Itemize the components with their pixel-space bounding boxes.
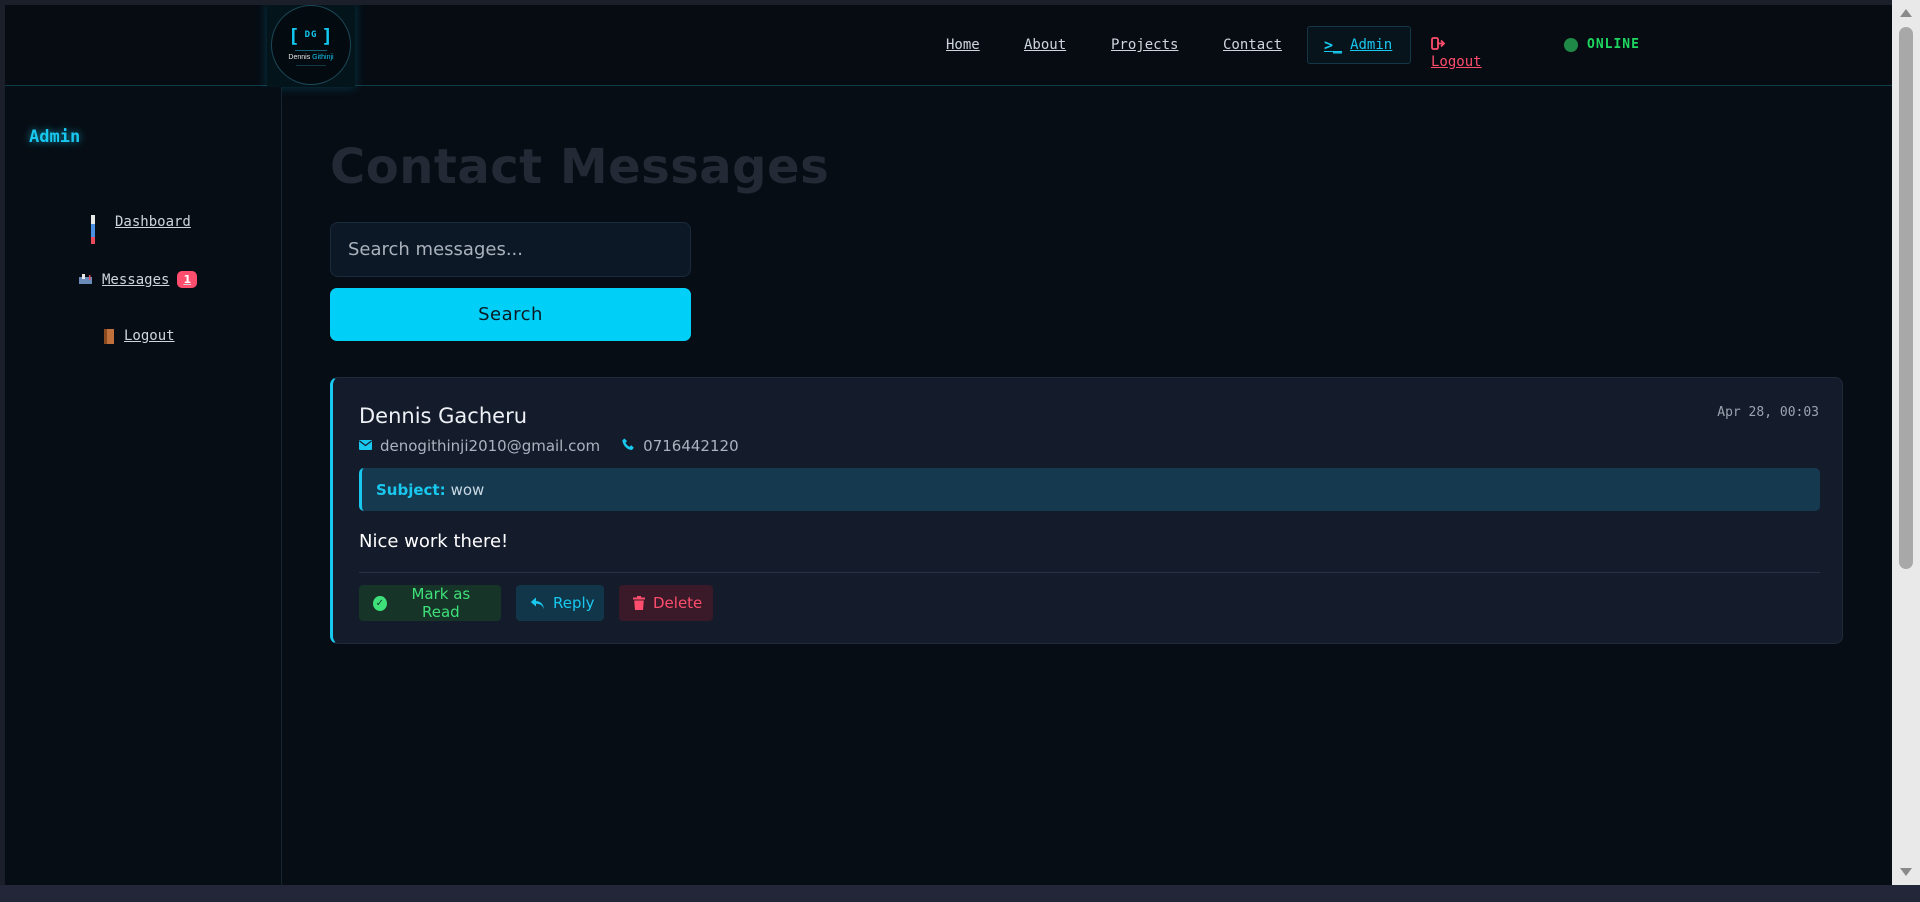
bar-chart-icon — [91, 215, 107, 244]
envelope-icon — [359, 439, 372, 454]
search-input[interactable] — [330, 222, 691, 277]
card-divider — [359, 572, 1820, 573]
nav-contact-link[interactable]: Contact — [1223, 37, 1282, 53]
sidebar-item-messages[interactable]: Messages 1 — [78, 271, 198, 288]
logo-underline — [296, 64, 326, 66]
sender-name: Dennis Gacheru — [359, 404, 528, 428]
phone-icon — [622, 438, 635, 455]
reply-icon — [530, 597, 545, 610]
subject-text: wow — [450, 480, 485, 499]
sidebar-item-label: Messages — [102, 271, 170, 288]
nav-admin-label: Admin — [1350, 37, 1393, 53]
scroll-down-arrow-icon[interactable] — [1900, 868, 1912, 876]
status-label: ONLINE — [1587, 37, 1640, 52]
nav-about-link[interactable]: About — [1024, 37, 1066, 53]
logo-divider — [295, 49, 327, 51]
check-circle-icon: ✓ — [373, 595, 387, 611]
mailbox-icon — [78, 273, 94, 287]
scrollbar-thumb[interactable] — [1899, 27, 1913, 569]
sidebar-title: Admin — [29, 127, 81, 147]
logo-mark: [DG] — [288, 24, 334, 47]
nav-projects-link[interactable]: Projects — [1111, 37, 1178, 53]
sidebar-item-dashboard[interactable]: Dashboard — [91, 214, 191, 244]
logo-last-name: Githinji — [312, 53, 334, 61]
taskbar-strip — [0, 885, 1920, 902]
sidebar-item-logout[interactable]: Logout — [104, 328, 175, 344]
message-timestamp: Apr 28, 00:03 — [1717, 405, 1819, 420]
nav-logout-label: Logout — [1431, 54, 1482, 70]
browser-viewport: [DG] Dennis Githinji Home About Projects… — [5, 5, 1892, 885]
scroll-up-arrow-icon[interactable] — [1900, 9, 1912, 17]
trash-icon — [633, 596, 645, 610]
door-icon — [104, 328, 114, 344]
reply-button[interactable]: Reply — [516, 585, 604, 621]
unread-count-badge: 1 — [177, 271, 198, 288]
subject-label: Subject: — [376, 480, 446, 499]
message-body: Nice work there! — [359, 531, 509, 552]
terminal-icon: >_ — [1324, 36, 1343, 54]
mark-as-read-button[interactable]: ✓ Mark as Read — [359, 585, 501, 621]
logo-badge: [DG] Dennis Githinji — [271, 5, 351, 85]
nav-admin-link[interactable]: >_ Admin — [1307, 26, 1411, 64]
online-status: ONLINE — [1564, 37, 1640, 52]
delete-label: Delete — [653, 594, 703, 612]
sidebar-item-label: Dashboard — [115, 214, 191, 230]
top-navbar: [DG] Dennis Githinji Home About Projects… — [5, 5, 1892, 87]
sender-phone[interactable]: 0716442120 — [643, 437, 738, 455]
logo-name: Dennis Githinji — [288, 54, 333, 61]
search-button[interactable]: Search — [330, 288, 691, 341]
logo-initials: DG — [304, 29, 318, 40]
page-scrollbar[interactable] — [1892, 0, 1920, 885]
sender-email[interactable]: denogithinji2010@gmail.com — [380, 437, 600, 455]
sign-out-icon — [1431, 37, 1447, 54]
delete-button[interactable]: Delete — [619, 585, 713, 621]
page-title: Contact Messages — [330, 139, 830, 195]
message-subject: Subject: wow — [359, 468, 1820, 511]
sender-phone-group: 0716442120 — [622, 437, 739, 455]
main-content: Contact Messages Search Dennis Gacheru A… — [283, 87, 1892, 885]
sender-contact: denogithinji2010@gmail.com 0716442120 — [359, 437, 739, 455]
sidebar-item-label: Logout — [124, 328, 175, 344]
logo-first-name: Dennis — [288, 53, 311, 61]
reply-label: Reply — [553, 594, 595, 612]
admin-sidebar: Admin Dashboard Messages 1 Logout — [5, 87, 282, 885]
status-dot-icon — [1564, 37, 1578, 52]
nav-home-link[interactable]: Home — [946, 37, 980, 53]
site-logo[interactable]: [DG] Dennis Githinji — [267, 5, 355, 87]
mark-as-read-label: Mark as Read — [411, 585, 471, 621]
nav-logout-link[interactable]: Logout — [1431, 37, 1482, 70]
message-card: Dennis Gacheru Apr 28, 00:03 denogithinj… — [330, 377, 1843, 644]
